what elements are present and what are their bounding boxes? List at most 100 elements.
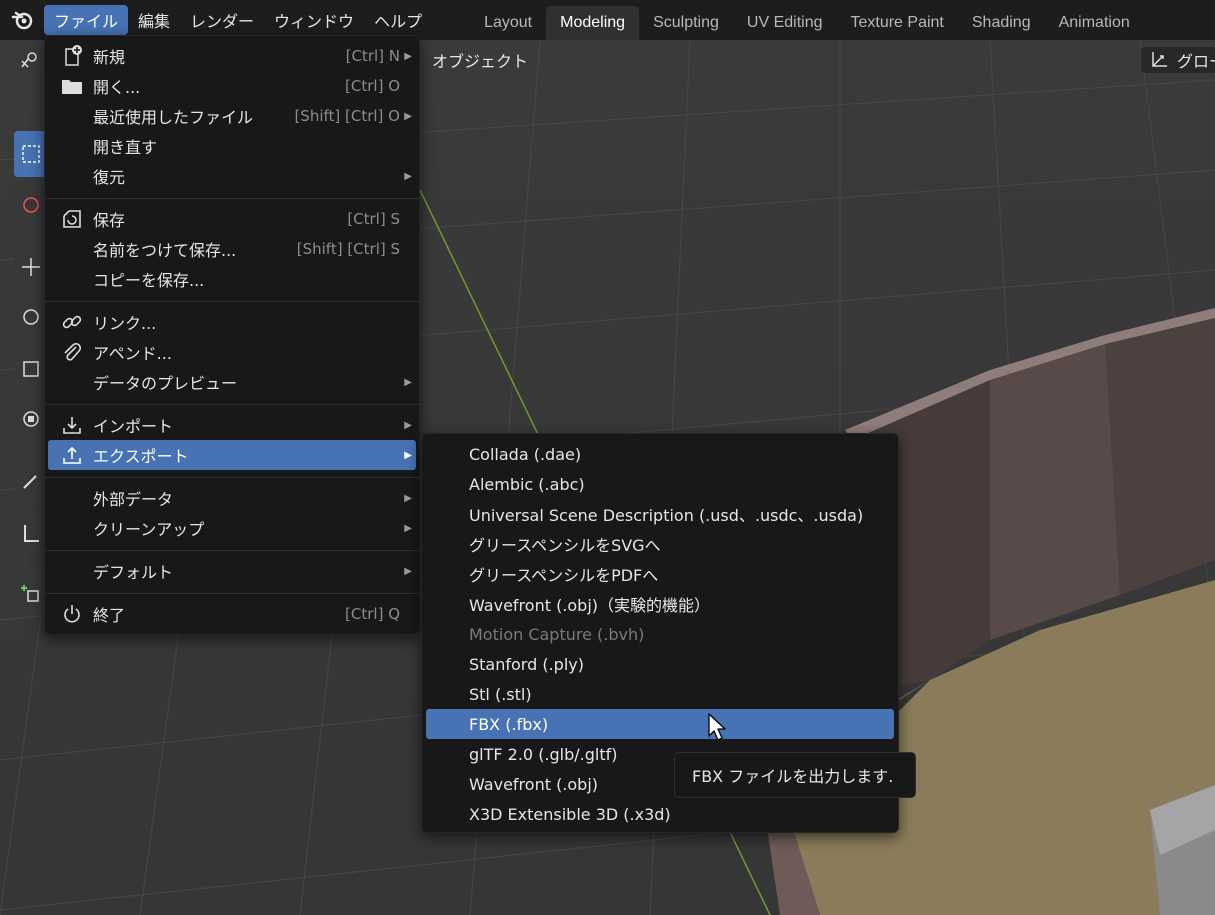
folder-icon: [60, 75, 84, 97]
tab-layout[interactable]: Layout: [470, 6, 546, 40]
file-menu-data-previews-label: データのプレビュー: [93, 374, 238, 393]
file-menu-quit[interactable]: 終了 [Ctrl] Q: [48, 599, 416, 629]
file-menu-cleanup-label: クリーンアップ: [93, 520, 205, 539]
export-gpencil-pdf[interactable]: グリースペンシルをPDFへ: [426, 559, 894, 589]
file-menu-external-data[interactable]: 外部データ ▶: [48, 483, 416, 513]
export-fbx-label: FBX (.fbx): [469, 714, 549, 734]
file-menu-recent[interactable]: 最近使用したファイル [Shift] [Ctrl] O ▶: [48, 101, 416, 131]
export-x3d-label: X3D Extensible 3D (.x3d): [469, 804, 671, 824]
file-menu-save[interactable]: 保存 [Ctrl] S: [48, 204, 416, 234]
file-menu-append-label: アペンド...: [93, 344, 172, 363]
workspace-tabs: Layout Modeling Sculpting UV Editing Tex…: [470, 0, 1144, 40]
tool-add-cube[interactable]: [14, 570, 48, 616]
transform-orientation-dropdown[interactable]: グロー: [1140, 46, 1215, 74]
menu-render[interactable]: レンダー: [180, 5, 264, 35]
file-menu-open[interactable]: 開く... [Ctrl] O: [48, 71, 416, 101]
tool-scale[interactable]: [14, 346, 48, 392]
file-menu-save-label: 保存: [93, 211, 126, 230]
export-wavefront-experimental-label: Wavefront (.obj)（実験的機能）: [469, 596, 711, 615]
move-icon: [22, 258, 40, 276]
export-stl[interactable]: Stl (.stl): [426, 679, 894, 709]
menu-separator: [45, 404, 421, 405]
tooltip: FBX ファイルを出力します.: [674, 752, 916, 798]
menu-separator: [45, 550, 421, 551]
file-menu-import[interactable]: インポート ▶: [48, 410, 416, 440]
new-file-icon: [60, 45, 84, 67]
tool-measure[interactable]: [14, 510, 48, 556]
file-menu-append[interactable]: アペンド...: [48, 337, 416, 367]
file-menu-defaults-label: デフォルト: [93, 563, 174, 582]
file-menu-link[interactable]: リンク...: [48, 307, 416, 337]
export-motion-capture[interactable]: Motion Capture (.bvh): [426, 619, 894, 649]
link-icon: [60, 311, 84, 333]
export-alembic[interactable]: Alembic (.abc): [426, 469, 894, 499]
file-menu-save-as-shortcut: [Shift] [Ctrl] S: [296, 240, 400, 258]
tab-sculpting[interactable]: Sculpting: [639, 6, 733, 40]
tab-animation[interactable]: Animation: [1045, 6, 1144, 40]
menu-window[interactable]: ウィンドウ: [264, 5, 364, 35]
file-menu-revert-label: 開き直す: [93, 138, 158, 157]
file-menu-recent-label: 最近使用したファイル: [93, 108, 254, 127]
menu-separator: [45, 477, 421, 478]
export-gltf-label: glTF 2.0 (.glb/.gltf): [469, 744, 618, 764]
tool-cursor[interactable]: [14, 182, 48, 228]
file-menu-export-label: エクスポート: [93, 447, 189, 466]
cursor-tool-icon: [23, 197, 39, 213]
export-collada[interactable]: Collada (.dae): [426, 439, 894, 469]
submenu-arrow-icon: ▶: [404, 492, 412, 504]
file-menu-save-copy[interactable]: コピーを保存...: [48, 264, 416, 294]
export-gpencil-pdf-label: グリースペンシルをPDFへ: [469, 566, 659, 585]
menu-help[interactable]: ヘルプ: [364, 5, 432, 35]
submenu-arrow-icon: ▶: [404, 419, 412, 431]
object-menu[interactable]: オブジェクト: [432, 48, 528, 72]
tab-shading[interactable]: Shading: [958, 6, 1045, 40]
blender-logo-icon[interactable]: [0, 0, 44, 40]
export-stl-label: Stl (.stl): [469, 684, 532, 704]
tool-select-box[interactable]: [14, 131, 48, 177]
top-bar: ファイル 編集 レンダー ウィンドウ ヘルプ Layout Modeling S…: [0, 0, 1215, 40]
menu-file[interactable]: ファイル: [44, 5, 129, 35]
tool-rotate[interactable]: [14, 294, 48, 340]
menu-separator: [45, 593, 421, 594]
export-fbx[interactable]: FBX (.fbx): [426, 709, 894, 739]
submenu-arrow-icon: ▶: [404, 565, 412, 577]
save-icon: [60, 208, 84, 230]
select-box-icon: [22, 145, 40, 163]
tool-transform[interactable]: [14, 396, 48, 442]
tool-move[interactable]: [14, 244, 48, 290]
tab-modeling[interactable]: Modeling: [546, 6, 640, 40]
file-menu: 新規 [Ctrl] N ▶ 開く... [Ctrl] O 最近使用したファイル …: [44, 35, 421, 635]
file-menu-import-label: インポート: [93, 417, 174, 436]
file-menu-new-label: 新規: [93, 48, 126, 67]
power-icon: [60, 603, 84, 625]
menu-separator: [45, 198, 421, 199]
export-x3d[interactable]: X3D Extensible 3D (.x3d): [426, 799, 894, 829]
export-collada-label: Collada (.dae): [469, 444, 582, 464]
paperclip-icon: [60, 341, 84, 363]
export-icon: [60, 444, 84, 466]
file-menu-quit-shortcut: [Ctrl] Q: [345, 605, 400, 623]
pencil-icon: [23, 475, 37, 489]
export-stanford-label: Stanford (.ply): [469, 654, 584, 674]
file-menu-save-as-label: 名前をつけて保存...: [93, 241, 237, 260]
orientation-label: グロー: [1177, 52, 1215, 71]
export-usd[interactable]: Universal Scene Description (.usd、.usdc、…: [426, 499, 894, 529]
tool-annotate[interactable]: [14, 458, 48, 504]
tab-uv-editing[interactable]: UV Editing: [733, 6, 837, 40]
export-gpencil-svg[interactable]: グリースペンシルをSVGへ: [426, 529, 894, 559]
tab-texture-paint[interactable]: Texture Paint: [836, 6, 957, 40]
file-menu-cleanup[interactable]: クリーンアップ ▶: [48, 513, 416, 543]
export-wavefront-experimental[interactable]: Wavefront (.obj)（実験的機能）: [426, 589, 894, 619]
menu-edit[interactable]: 編集: [128, 5, 180, 35]
file-menu-revert[interactable]: 開き直す: [48, 131, 416, 161]
editor-type-button[interactable]: [14, 46, 46, 74]
file-menu-export[interactable]: エクスポート ▶: [48, 440, 416, 470]
file-menu-recent-shortcut: [Shift] [Ctrl] O: [294, 107, 400, 125]
export-stanford[interactable]: Stanford (.ply): [426, 649, 894, 679]
file-menu-defaults[interactable]: デフォルト ▶: [48, 556, 416, 586]
file-menu-recover[interactable]: 復元 ▶: [48, 161, 416, 191]
file-menu-new[interactable]: 新規 [Ctrl] N ▶: [48, 41, 416, 71]
tooltip-text: FBX ファイルを出力します.: [692, 767, 894, 786]
file-menu-save-as[interactable]: 名前をつけて保存... [Shift] [Ctrl] S: [48, 234, 416, 264]
file-menu-data-previews[interactable]: データのプレビュー ▶: [48, 367, 416, 397]
